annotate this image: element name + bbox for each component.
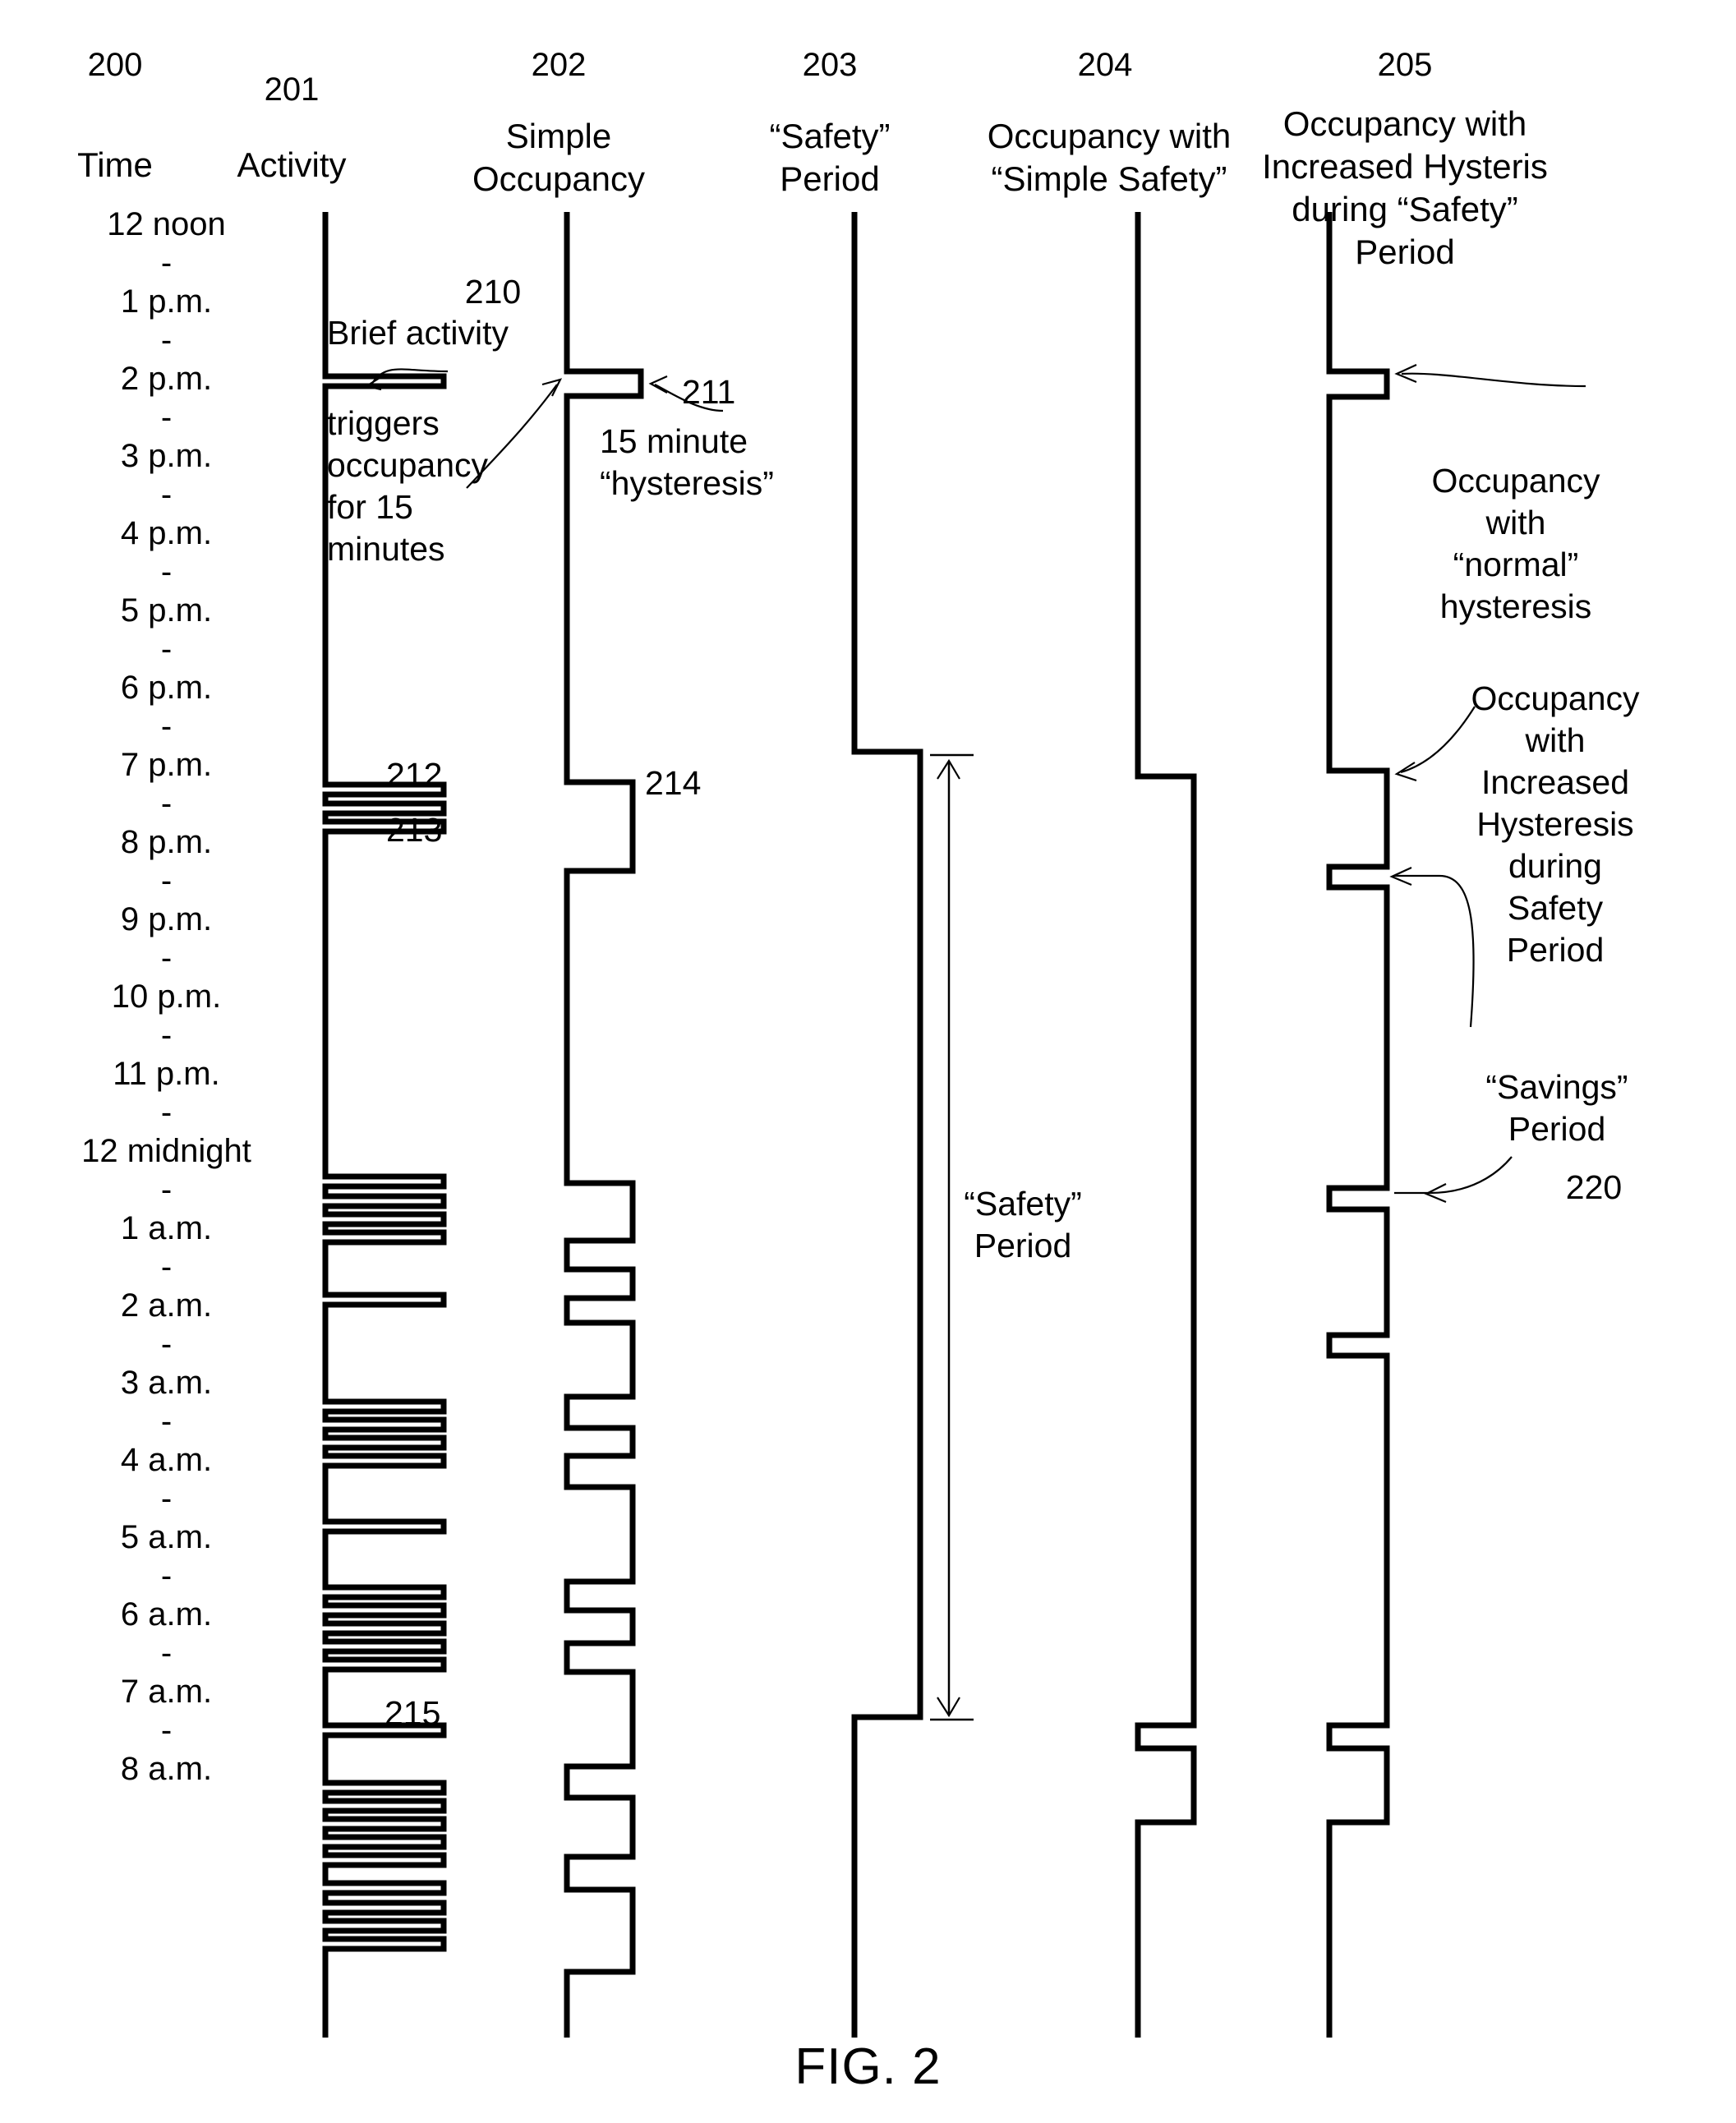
annotation-15-minute-hysteresis: 15 minute “hysteresis” bbox=[600, 422, 774, 502]
time-tick: - bbox=[160, 245, 173, 281]
time-label: 8 p.m. bbox=[120, 824, 213, 860]
annotation-number-220: 220 bbox=[1565, 1168, 1623, 1206]
ref-number-200: 200 bbox=[87, 47, 143, 83]
trace-occupancy-increased-hysteresis bbox=[1326, 212, 1390, 2038]
time-label: 2 a.m. bbox=[120, 1287, 213, 1324]
ref-number-203: 203 bbox=[802, 47, 858, 83]
time-label: 12 noon bbox=[107, 206, 226, 242]
time-label: 9 p.m. bbox=[120, 901, 213, 937]
annotation-increased-hysteresis: Occupancy with Increased Hysteresis duri… bbox=[1471, 679, 1640, 969]
time-label: 11 p.m. bbox=[113, 1056, 220, 1092]
leader-normal-hysteresis bbox=[1394, 364, 1586, 388]
ref-number-201: 201 bbox=[264, 71, 320, 108]
time-label: 1 a.m. bbox=[120, 1210, 213, 1246]
time-tick: - bbox=[160, 1558, 173, 1594]
column-title-activity: Activity bbox=[237, 145, 347, 184]
time-tick: - bbox=[160, 708, 173, 744]
time-label: 5 p.m. bbox=[120, 592, 213, 629]
time-tick: - bbox=[160, 1326, 173, 1362]
time-tick: - bbox=[160, 554, 173, 590]
time-label: 4 a.m. bbox=[120, 1442, 213, 1478]
annotation-number-211: 211 bbox=[682, 373, 736, 411]
time-label: 6 a.m. bbox=[120, 1596, 213, 1633]
annotation-number-215: 215 bbox=[384, 1694, 441, 1732]
time-label: 5 a.m. bbox=[120, 1519, 213, 1555]
time-tick: - bbox=[160, 322, 173, 358]
time-label: 4 p.m. bbox=[120, 515, 213, 551]
time-tick: - bbox=[160, 1017, 173, 1053]
leader-220 bbox=[1394, 1156, 1513, 1204]
annotation-brief-activity: Brief activity bbox=[327, 314, 509, 352]
time-axis: 12 noon - 1 p.m. - 2 p.m. - 3 p.m. - 4 p… bbox=[66, 205, 267, 1789]
time-label: 7 a.m. bbox=[120, 1674, 213, 1710]
time-tick: - bbox=[160, 631, 173, 667]
time-label: 3 p.m. bbox=[120, 438, 213, 474]
annotation-normal-hysteresis: Occupancy with “normal” hysteresis bbox=[1431, 462, 1600, 625]
column-title-safety-period: “Safety” Period bbox=[769, 117, 891, 198]
time-label: 7 p.m. bbox=[120, 747, 213, 783]
time-tick: - bbox=[160, 1172, 173, 1208]
ref-number-202: 202 bbox=[531, 47, 587, 83]
time-label: 3 a.m. bbox=[120, 1365, 213, 1401]
annotation-number-213: 213 bbox=[386, 811, 443, 849]
time-label: 1 p.m. bbox=[120, 283, 213, 320]
time-tick: - bbox=[160, 1481, 173, 1517]
figure-2: 200 Time 201 Activity 202 Simple Occupan… bbox=[0, 0, 1736, 2123]
column-title-occupancy-simple-safety: Occupancy with “Simple Safety” bbox=[987, 117, 1232, 198]
annotation-triggers-occupancy: triggers occupancy for 15 minutes bbox=[327, 404, 489, 568]
time-label: 2 p.m. bbox=[120, 361, 213, 397]
time-tick: - bbox=[160, 940, 173, 976]
time-label: 8 a.m. bbox=[120, 1751, 213, 1787]
time-tick: - bbox=[160, 1249, 173, 1285]
annotation-number-210: 210 bbox=[464, 273, 522, 311]
time-tick: - bbox=[160, 1712, 173, 1748]
time-tick: - bbox=[160, 1635, 173, 1671]
column-title-occupancy-increased-hysteresis: Occupancy with Increased Hysteris during… bbox=[1262, 104, 1548, 271]
time-tick: - bbox=[160, 477, 173, 513]
column-title-simple-occupancy: Simple Occupancy bbox=[472, 117, 646, 198]
time-label: 6 p.m. bbox=[120, 670, 213, 706]
figure-caption: FIG. 2 bbox=[794, 2038, 942, 2095]
annotation-number-212: 212 bbox=[386, 756, 443, 794]
time-tick: - bbox=[160, 785, 173, 822]
leader-210 bbox=[364, 368, 449, 391]
time-tick: - bbox=[160, 863, 173, 899]
ref-number-205: 205 bbox=[1377, 47, 1433, 83]
annotation-number-214: 214 bbox=[645, 764, 702, 802]
column-title-time: Time bbox=[77, 145, 153, 184]
time-label: 10 p.m. bbox=[111, 979, 222, 1015]
time-tick: - bbox=[160, 1403, 173, 1439]
time-tick: - bbox=[160, 1094, 173, 1131]
time-tick: - bbox=[160, 399, 173, 435]
annotation-safety-period: “Safety” Period bbox=[964, 1185, 1082, 1264]
annotation-savings-period: “Savings” Period bbox=[1485, 1068, 1628, 1148]
trace-occupancy-simple-safety bbox=[1135, 212, 1197, 2038]
time-label: 12 midnight bbox=[81, 1133, 251, 1169]
ref-number-204: 204 bbox=[1077, 47, 1133, 83]
